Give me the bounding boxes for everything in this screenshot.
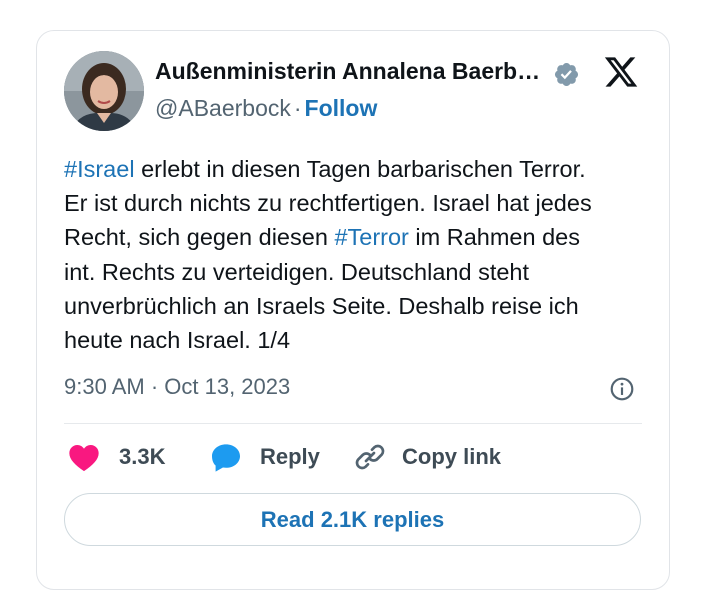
tweet-line: Er ist durch nichts zu rechtfertigen. Is… [64, 190, 592, 217]
link-icon [355, 444, 385, 470]
reply-button[interactable]: Reply [209, 440, 320, 474]
tweet-line: heute nach Israel. 1/4 [64, 327, 291, 354]
copy-link-button[interactable]: Copy link [354, 440, 501, 474]
x-logo-icon[interactable] [602, 54, 640, 90]
tweet-text: #Israel erlebt in diesen Tagen barbarisc… [64, 152, 654, 357]
author-handle[interactable]: @ABaerbock [155, 95, 291, 121]
hashtag-terror[interactable]: #Terror [334, 224, 408, 250]
tweet-line: #Israel erlebt in diesen Tagen barbarisc… [64, 152, 654, 186]
read-replies-label: Read 2.1K replies [260, 506, 445, 532]
tweet-line: unverbrüchlich an Israels Seite. Deshalb… [64, 292, 579, 319]
avatar[interactable] [64, 51, 144, 131]
reply-bubble-icon [212, 444, 240, 472]
info-icon[interactable] [609, 376, 635, 402]
tweet-text-segment: im Rahmen des [408, 224, 580, 251]
tweet-line: Recht, sich gegen diesen #Terror im Rahm… [64, 220, 654, 254]
read-replies-button[interactable]: Read 2.1K replies [64, 493, 641, 546]
verified-badge-icon [554, 62, 579, 87]
tweet-text-segment: Recht, sich gegen diesen [64, 224, 335, 251]
separator-dot: · [293, 95, 302, 121]
like-button[interactable]: 3.3K [68, 440, 165, 474]
tweet-text-segment: erlebt in diesen Tagen barbarischen Terr… [134, 156, 586, 182]
tweet-line: int. Rechts zu verteidigen. Deutschland … [64, 258, 530, 285]
handle-row: @ABaerbock · Follow [155, 95, 377, 122]
avatar-image [64, 51, 144, 131]
author-name[interactable]: Außenministerin Annalena Baerb… [155, 58, 540, 85]
follow-link[interactable]: Follow [305, 95, 378, 121]
tweet-timestamp[interactable]: 9:30 AM · Oct 13, 2023 [64, 374, 290, 400]
divider [64, 423, 642, 424]
reply-label: Reply [260, 444, 320, 469]
like-count: 3.3K [119, 444, 166, 469]
hashtag-israel[interactable]: #Israel [64, 156, 135, 182]
heart-icon [69, 445, 99, 472]
copy-link-label: Copy link [402, 444, 502, 469]
